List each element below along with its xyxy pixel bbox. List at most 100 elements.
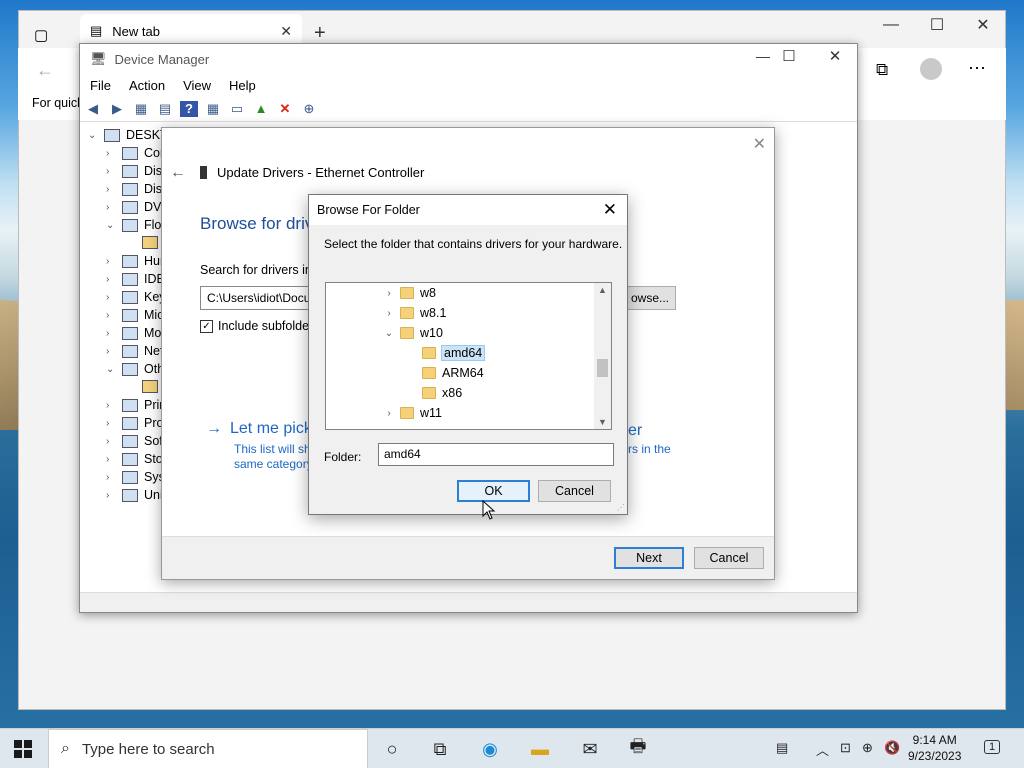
ok-button[interactable]: OK xyxy=(457,480,530,502)
ud-cancel-button[interactable]: Cancel xyxy=(694,547,764,569)
checkbox-checked-icon[interactable]: ✓ xyxy=(200,319,213,333)
folder-item[interactable]: x86 xyxy=(406,384,462,402)
tab-actions-icon[interactable]: ▢ xyxy=(34,26,48,44)
warning-device-icon xyxy=(142,236,158,249)
ud-include-subfolders[interactable]: ✓ Include subfolder xyxy=(200,319,313,333)
device-manager-taskbar-icon[interactable]: 🖶 xyxy=(626,736,650,760)
back-arrow-icon[interactable]: ← xyxy=(36,60,54,81)
forward-icon[interactable]: ▶ xyxy=(108,101,126,117)
scroll-down-arrow-icon[interactable]: ▼ xyxy=(594,417,611,427)
tree-item[interactable]: › Cor xyxy=(106,146,164,160)
folder-item[interactable]: › w11 xyxy=(384,404,442,422)
folder-item[interactable]: › w8 xyxy=(384,284,436,302)
next-button[interactable]: Next xyxy=(614,547,684,569)
dm-maximize-icon[interactable]: ☐ xyxy=(766,47,812,65)
chevron-down-icon: ⌄ xyxy=(88,129,97,141)
chevron-right-icon[interactable]: › xyxy=(384,308,394,319)
system-clock[interactable]: 9:14 AM 9/23/2023 xyxy=(908,732,961,764)
notification-badge[interactable]: 1 xyxy=(984,740,1001,754)
show-hide-tree-icon[interactable]: ▦ xyxy=(132,101,150,117)
ud-browse-button[interactable]: owse... xyxy=(624,286,676,310)
browse-for-folder-dialog: Browse For Folder ✕ Select the folder th… xyxy=(308,194,628,515)
properties-icon[interactable]: ▤ xyxy=(156,101,174,117)
ud-let-me-pick-link[interactable]: → Let me pick xyxy=(206,420,312,438)
file-explorer-icon[interactable]: ▬ xyxy=(528,738,552,760)
disable-device-icon[interactable]: ⊕ xyxy=(300,101,318,117)
view-icon[interactable]: ▦ xyxy=(204,101,222,117)
folder-tree[interactable]: › w8 › w8.1 ⌄ w10 amd64 ARM64 x86 › w11 ▲ ▼ xyxy=(325,282,612,430)
tree-item[interactable]: › Stor xyxy=(106,452,165,466)
close-tab-icon[interactable]: ✕ xyxy=(280,23,292,40)
dm-toolbar: ◀ ▶ ▦ ▤ ? ▦ ▭ ▲ ✕ ⊕ xyxy=(80,96,857,122)
tree-item[interactable]: › Soft xyxy=(106,434,165,448)
profile-avatar[interactable] xyxy=(920,58,942,80)
new-tab-plus-icon[interactable]: + xyxy=(314,22,326,45)
dm-close-icon[interactable]: ✕ xyxy=(812,47,858,65)
tree-item[interactable]: › Uni xyxy=(106,488,163,502)
menu-help[interactable]: Help xyxy=(229,78,256,93)
tree-item[interactable]: ›Disp xyxy=(106,182,165,196)
menu-file[interactable]: File xyxy=(90,78,111,93)
help-icon[interactable]: ? xyxy=(180,100,198,117)
tree-item[interactable]: › IDE xyxy=(106,272,165,286)
tree-root[interactable]: ⌄DESKTO xyxy=(88,128,165,142)
task-view-icon[interactable]: ⧉ xyxy=(428,738,452,760)
folder-input[interactable]: amd64 xyxy=(378,443,614,466)
tree-item-warning[interactable] xyxy=(142,236,158,249)
bff-cancel-button[interactable]: Cancel xyxy=(538,480,611,502)
tree-item[interactable]: › Prir xyxy=(106,398,163,412)
scroll-up-arrow-icon[interactable]: ▲ xyxy=(594,285,611,295)
uninstall-device-icon[interactable]: ✕ xyxy=(276,101,294,117)
meet-now-icon[interactable]: ⊡ xyxy=(840,740,851,756)
folder-tree-scrollbar[interactable]: ▲ ▼ xyxy=(594,283,611,429)
folder-item[interactable]: ARM64 xyxy=(406,364,484,382)
tree-item[interactable]: › Key xyxy=(106,290,165,304)
browser-maximize-icon[interactable]: ☐ xyxy=(914,15,960,35)
news-widget-icon[interactable]: ▤ xyxy=(776,740,788,756)
browser-close-icon[interactable]: ✕ xyxy=(960,15,1006,35)
menu-action[interactable]: Action xyxy=(129,78,165,93)
mail-icon[interactable]: ✉ xyxy=(578,738,602,760)
folder-item-selected[interactable]: amd64 xyxy=(406,344,486,362)
cortana-icon[interactable]: ○ xyxy=(380,738,404,760)
taskbar-search-box[interactable]: ⌕ Type here to search xyxy=(48,729,368,768)
folder-item[interactable]: ⌄ w10 xyxy=(384,324,443,342)
chevron-right-icon[interactable]: › xyxy=(384,288,394,299)
more-menu-icon[interactable]: ⋯ xyxy=(968,58,986,79)
ud-close-icon[interactable]: ✕ xyxy=(753,134,766,154)
chevron-down-icon[interactable]: ⌄ xyxy=(384,328,394,339)
back-icon[interactable]: ◀ xyxy=(84,101,102,117)
tree-item[interactable]: ⌄Flop xyxy=(106,218,165,232)
menu-view[interactable]: View xyxy=(183,78,211,93)
tree-item[interactable]: › Pro xyxy=(106,416,163,430)
volume-muted-icon[interactable]: 🔇 xyxy=(884,740,900,756)
collections-icon[interactable]: ⧉ xyxy=(876,60,888,80)
tree-item[interactable]: ›DVD xyxy=(106,200,165,214)
tree-item[interactable]: ›Syst xyxy=(106,470,165,484)
tree-item[interactable]: › Net xyxy=(106,344,163,358)
clock-time: 9:14 AM xyxy=(912,733,957,747)
search-placeholder: Type here to search xyxy=(81,740,215,758)
folder-item[interactable]: › w8.1 xyxy=(384,304,446,322)
tree-item-warning[interactable] xyxy=(142,380,158,393)
taskbar: ⌕ Type here to search ○ ⧉ ◉ ▬ ✉ 🖶 ▤ ︿ ⊡ … xyxy=(0,728,1024,768)
edge-browser-icon[interactable]: ◉ xyxy=(478,738,502,760)
tree-item[interactable]: ⌄ Oth xyxy=(106,362,164,376)
chevron-up-icon[interactable]: ︿ xyxy=(816,740,829,759)
tree-item[interactable]: › Mic xyxy=(106,308,163,322)
bff-close-icon[interactable]: ✕ xyxy=(603,200,617,220)
resize-grip-icon[interactable]: ⋰ xyxy=(617,503,625,512)
update-driver-icon[interactable]: ▲ xyxy=(252,101,270,117)
device-manager-icon: 🖥 xyxy=(90,51,107,66)
tree-item[interactable]: › Mo xyxy=(106,326,161,340)
scan-hardware-icon[interactable]: ▭ xyxy=(228,101,246,117)
chevron-right-icon[interactable]: › xyxy=(384,408,394,419)
ud-back-arrow-icon[interactable]: ← xyxy=(170,164,186,182)
windows-start-icon[interactable] xyxy=(14,740,32,758)
tree-item[interactable]: ›Disk xyxy=(106,164,165,178)
browser-minimize-icon[interactable]: — xyxy=(868,16,914,34)
network-globe-icon[interactable]: ⊕ xyxy=(862,740,873,756)
tree-item[interactable]: › Hun xyxy=(106,254,165,268)
scroll-thumb[interactable] xyxy=(597,359,608,377)
ud-header: Update Drivers - Ethernet Controller xyxy=(200,165,424,180)
